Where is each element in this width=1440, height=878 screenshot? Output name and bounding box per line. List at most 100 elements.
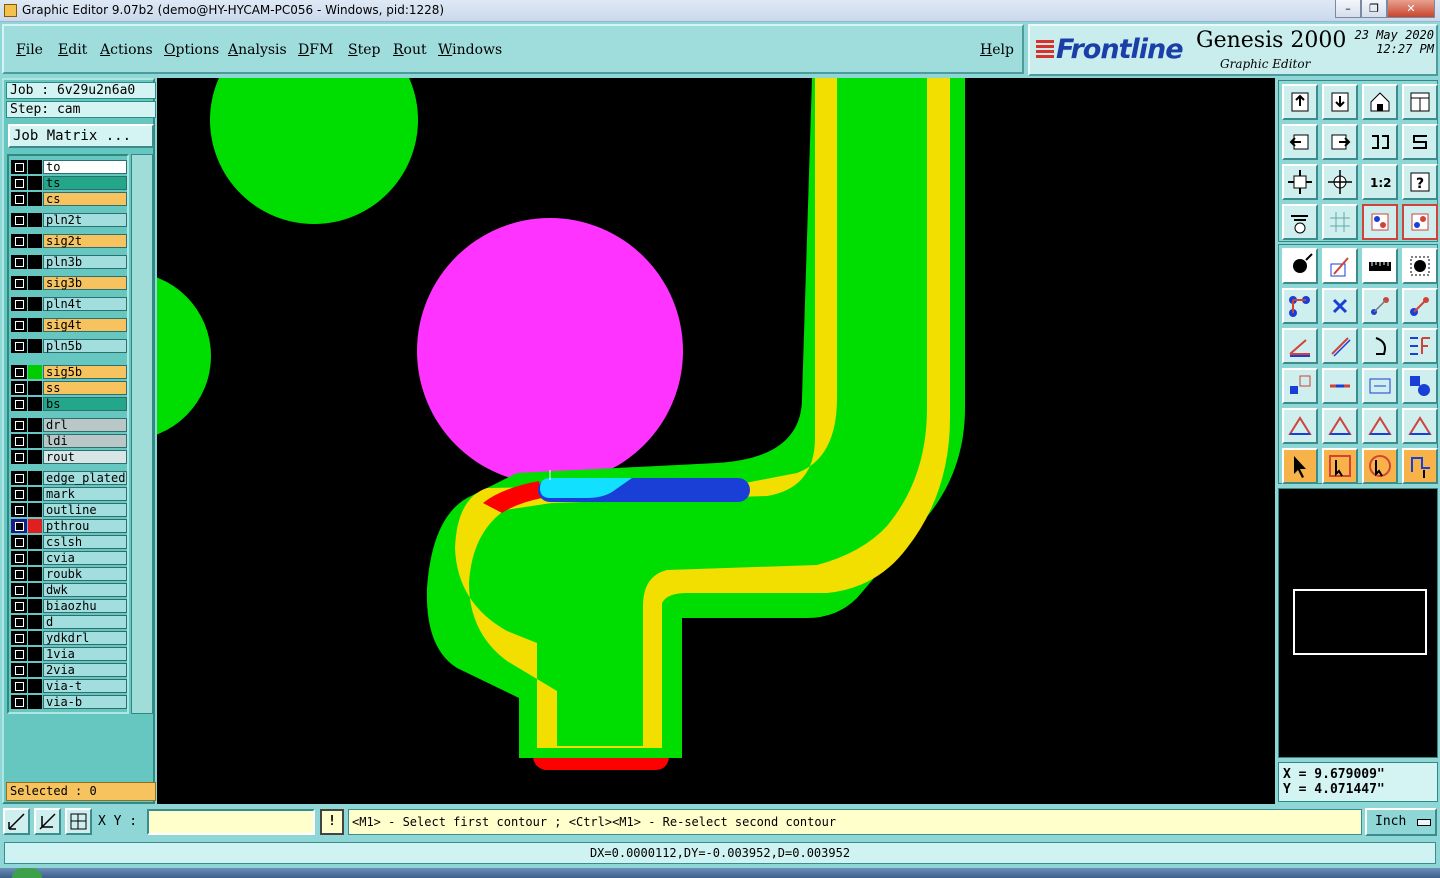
minimize-button[interactable]: – — [1335, 0, 1361, 18]
layer-color-swatch[interactable] — [28, 487, 42, 501]
layer-checkbox[interactable] — [11, 418, 27, 432]
layer-color-swatch[interactable] — [28, 647, 42, 661]
tool-arc[interactable] — [1362, 328, 1398, 364]
grid-button[interactable] — [65, 808, 92, 835]
green-pad[interactable] — [157, 272, 211, 440]
layer-name[interactable]: ts — [43, 176, 127, 190]
layer-name[interactable]: drl — [43, 418, 127, 432]
layer-row[interactable]: to — [11, 160, 127, 174]
layer-color-swatch[interactable] — [28, 176, 42, 190]
layer-row[interactable]: pln5b — [11, 339, 127, 353]
layer-name[interactable]: roubk — [43, 567, 127, 581]
layer-name[interactable]: bs — [43, 397, 127, 411]
layer-color-swatch[interactable] — [28, 450, 42, 464]
layer-row[interactable]: ldi — [11, 434, 127, 448]
tool-move-down[interactable] — [1322, 84, 1358, 120]
tool-pan-hand[interactable] — [1282, 204, 1318, 240]
layer-row[interactable]: rout — [11, 450, 127, 464]
layer-name[interactable]: sig5b — [43, 365, 127, 379]
tool-step[interactable] — [1402, 124, 1438, 160]
tool-select[interactable] — [1282, 448, 1318, 484]
layer-name[interactable]: pln5b — [43, 339, 127, 353]
layer-row[interactable]: ydkdrl — [11, 631, 127, 645]
menu-step[interactable]: Step — [348, 42, 380, 58]
layer-checkbox[interactable] — [11, 276, 27, 290]
layer-color-swatch[interactable] — [28, 663, 42, 677]
layer-color-swatch[interactable] — [28, 535, 42, 549]
layer-color-swatch[interactable] — [28, 434, 42, 448]
highlight-red-edge[interactable] — [533, 758, 669, 770]
layer-name[interactable]: biaozhu — [43, 599, 127, 613]
menu-analysis[interactable]: Analysis — [228, 42, 287, 58]
tool-center[interactable] — [1322, 164, 1358, 200]
layer-checkbox[interactable] — [11, 631, 27, 645]
layer-name[interactable]: rout — [43, 450, 127, 464]
layer-name[interactable]: edge_plated — [43, 471, 127, 485]
layer-name[interactable]: ldi — [43, 434, 127, 448]
layer-color-swatch[interactable] — [28, 297, 42, 311]
layer-checkbox[interactable] — [11, 679, 27, 693]
tool-grid[interactable] — [1322, 204, 1358, 240]
tool-window[interactable] — [1402, 84, 1438, 120]
layer-checkbox[interactable] — [11, 567, 27, 581]
layer-color-swatch[interactable] — [28, 213, 42, 227]
start-button[interactable] — [12, 868, 42, 878]
layer-row[interactable]: sig3b — [11, 276, 127, 290]
green-pad[interactable] — [210, 78, 418, 224]
layer-color-swatch[interactable] — [28, 567, 42, 581]
layer-checkbox[interactable] — [11, 434, 27, 448]
layer-row[interactable]: roubk — [11, 567, 127, 581]
layer-row[interactable]: via-b — [11, 695, 127, 709]
layer-name[interactable]: pthrou — [43, 519, 127, 533]
close-button[interactable]: ✕ — [1387, 0, 1435, 18]
graphics-canvas[interactable] — [157, 78, 1275, 804]
layer-checkbox[interactable] — [11, 381, 27, 395]
layer-name[interactable]: cslsh — [43, 535, 127, 549]
tool-pan-left[interactable] — [1282, 124, 1318, 160]
layer-row[interactable]: pln3b — [11, 255, 127, 269]
tool-delete[interactable] — [1322, 288, 1358, 324]
layer-checkbox[interactable] — [11, 535, 27, 549]
layer-color-swatch[interactable] — [28, 381, 42, 395]
layer-checkbox[interactable] — [11, 471, 27, 485]
layer-name[interactable]: cvia — [43, 551, 127, 565]
layer-name[interactable]: sig4t — [43, 318, 127, 332]
layer-color-swatch[interactable] — [28, 695, 42, 709]
layer-name[interactable]: cs — [43, 192, 127, 206]
tool-shapes[interactable] — [1402, 368, 1438, 404]
layer-list-scrollbar[interactable] — [131, 154, 153, 714]
layer-name[interactable]: 1via — [43, 647, 127, 661]
tool-add-dot[interactable] — [1402, 248, 1438, 284]
layer-row[interactable]: cs — [11, 192, 127, 206]
layer-color-swatch[interactable] — [28, 339, 42, 353]
layer-name[interactable]: ydkdrl — [43, 631, 127, 645]
layer-color-swatch[interactable] — [28, 397, 42, 411]
layer-checkbox[interactable] — [11, 234, 27, 248]
tool-select-circle[interactable] — [1362, 448, 1398, 484]
layer-checkbox[interactable] — [11, 192, 27, 206]
tool-triangle-edge[interactable] — [1362, 408, 1398, 444]
layer-name[interactable]: via-t — [43, 679, 127, 693]
layer-checkbox[interactable] — [11, 213, 27, 227]
tool-move-up[interactable] — [1282, 84, 1318, 120]
layer-checkbox[interactable] — [11, 599, 27, 613]
layer-name[interactable]: via-b — [43, 695, 127, 709]
layer-checkbox[interactable] — [11, 583, 27, 597]
menu-rout[interactable]: Rout — [393, 42, 427, 58]
layer-name[interactable]: dwk — [43, 583, 127, 597]
menu-file[interactable]: File — [16, 42, 43, 58]
layer-color-swatch[interactable] — [28, 318, 42, 332]
layer-color-swatch[interactable] — [28, 255, 42, 269]
layer-color-swatch[interactable] — [28, 234, 42, 248]
tool-select-box[interactable] — [1322, 448, 1358, 484]
layer-row[interactable]: d — [11, 615, 127, 629]
xy-input[interactable] — [147, 809, 315, 835]
layer-color-swatch[interactable] — [28, 503, 42, 517]
menu-edit[interactable]: Edit — [58, 42, 87, 58]
layer-color-swatch[interactable] — [28, 519, 42, 533]
layer-name[interactable]: pln2t — [43, 213, 127, 227]
layer-color-swatch[interactable] — [28, 615, 42, 629]
layer-row[interactable]: sig4t — [11, 318, 127, 332]
measure-button[interactable] — [34, 808, 61, 835]
overview-viewport[interactable] — [1293, 589, 1427, 655]
